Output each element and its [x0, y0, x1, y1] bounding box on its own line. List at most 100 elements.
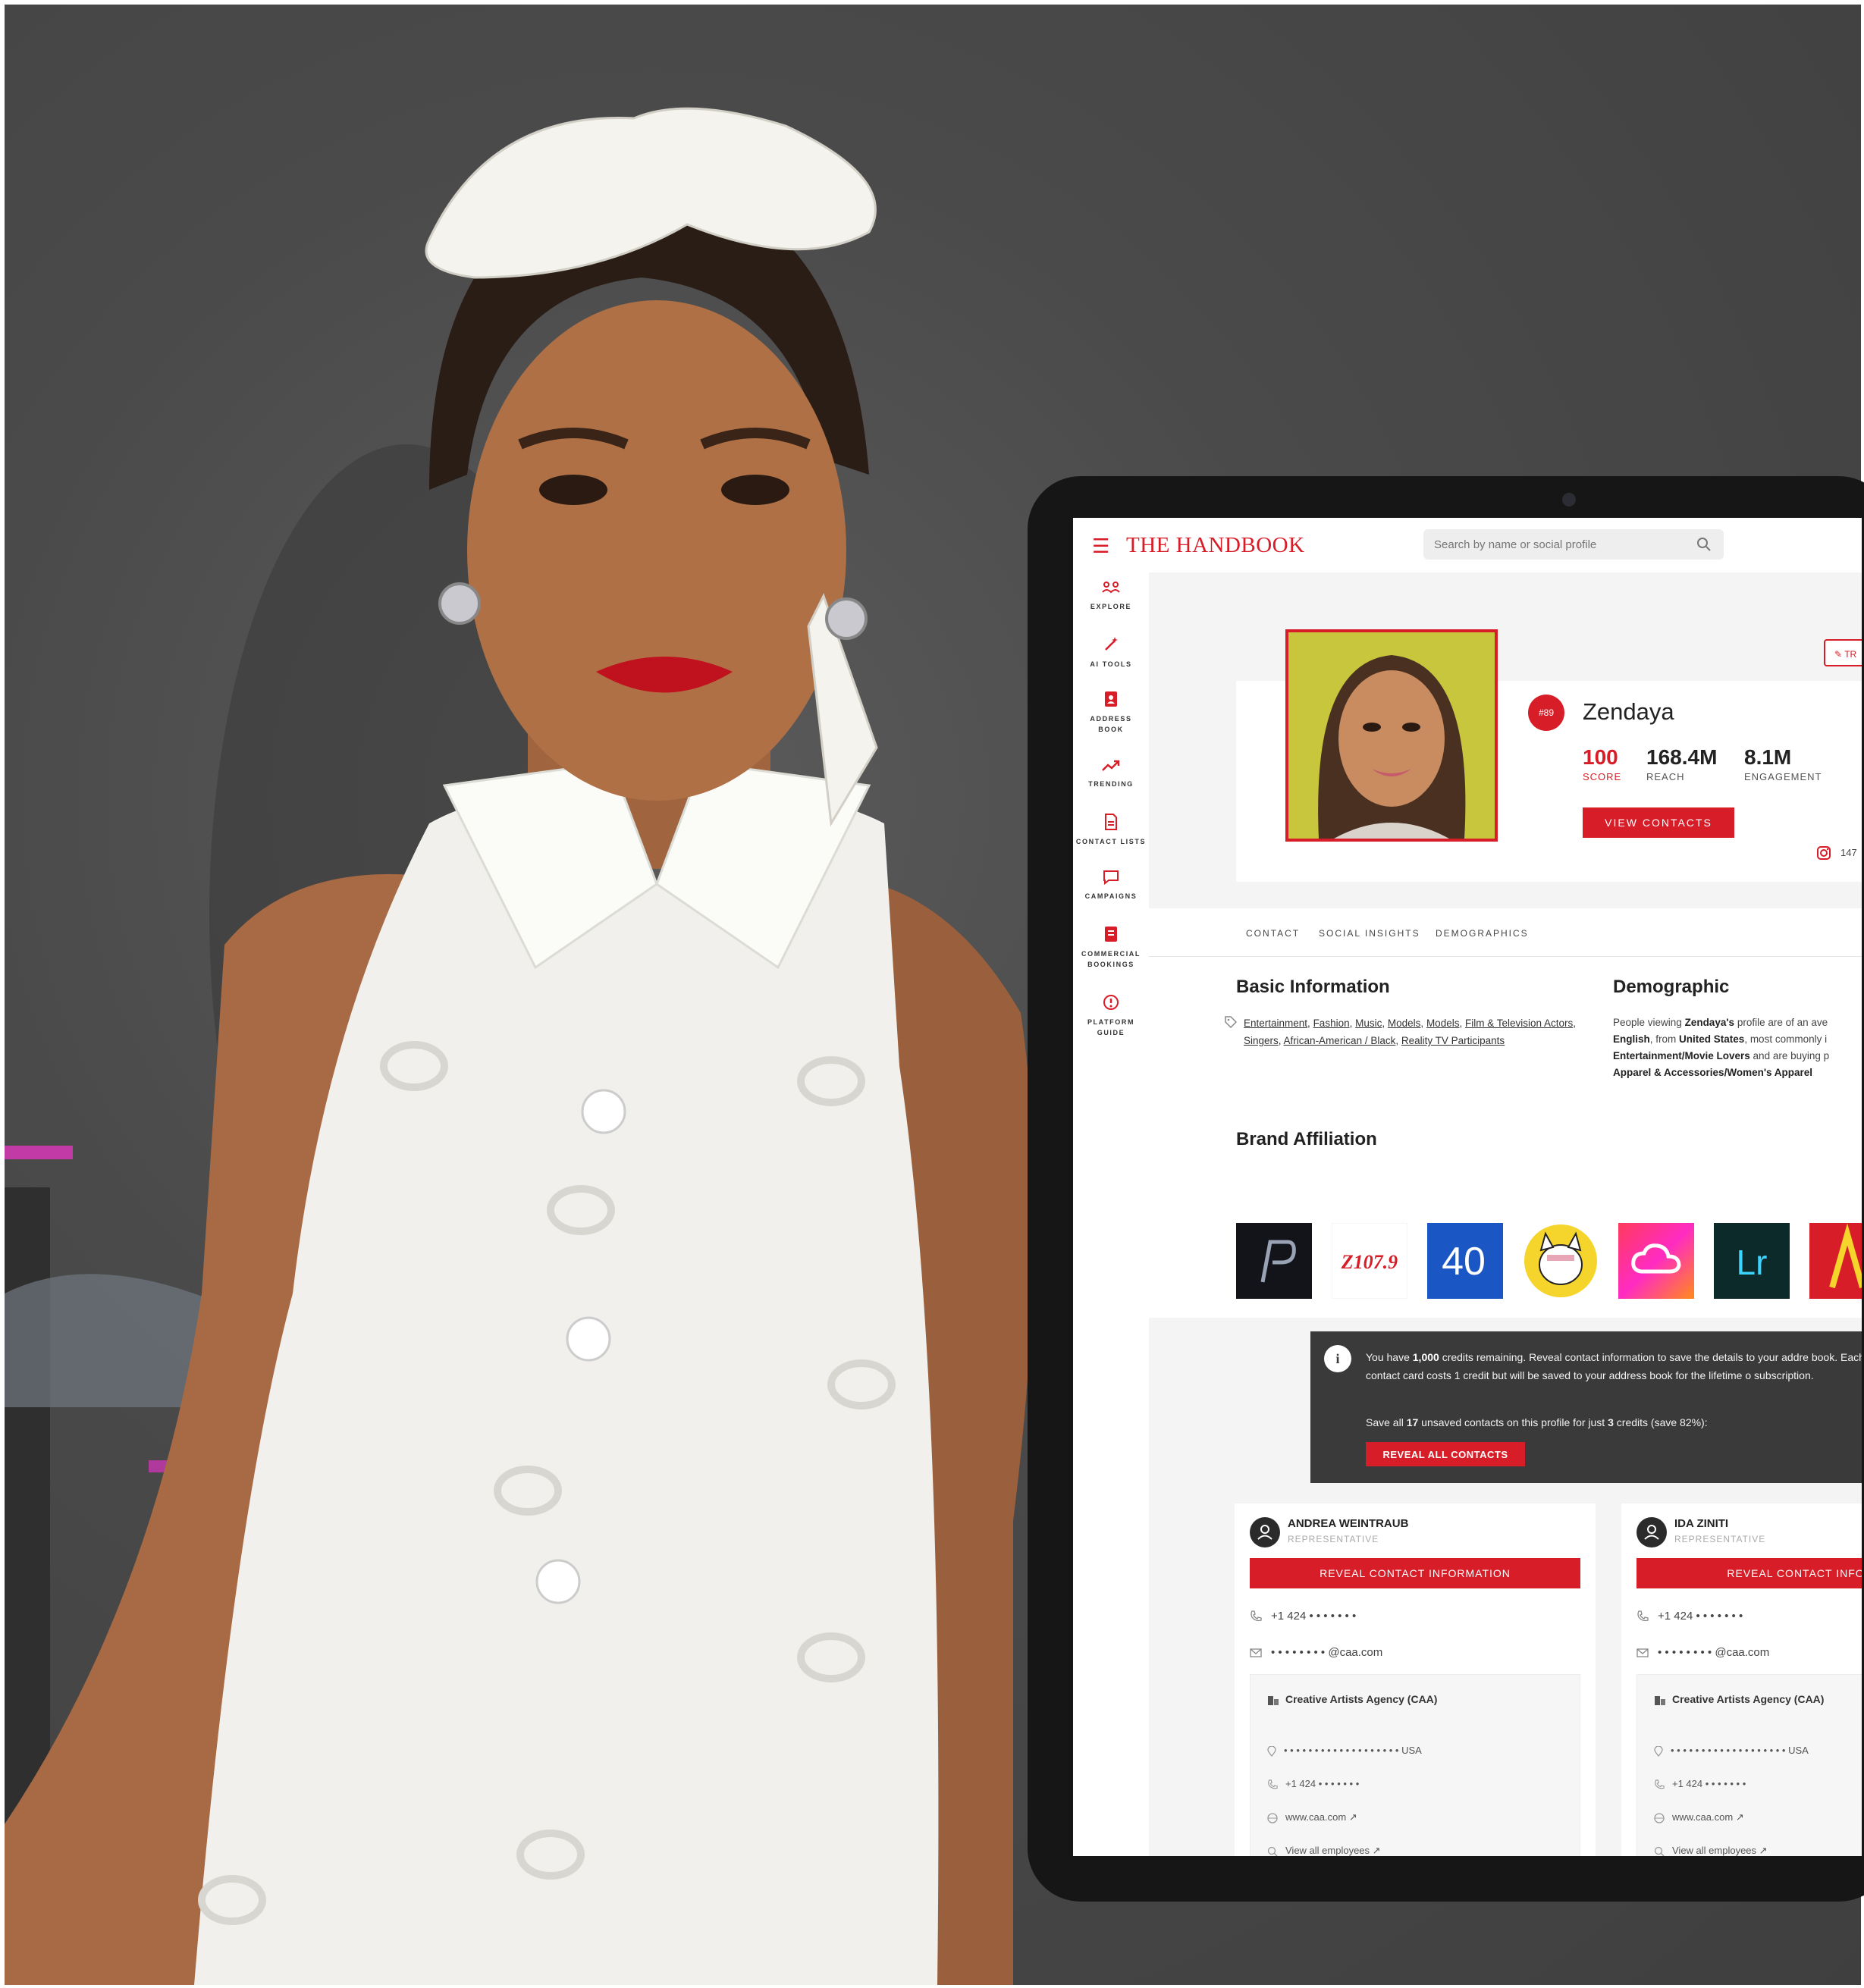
demo-interest: Entertainment/Movie Lovers — [1613, 1050, 1750, 1061]
tablet-device: ☰ THE HANDBOOK EXPLORE AI TOOLS ADDRESS … — [1028, 476, 1864, 1902]
tag-link[interactable]: Reality TV Participants — [1401, 1035, 1505, 1046]
sidebar-item-commercial-bookings[interactable]: COMMERCIAL BOOKINGS — [1073, 926, 1149, 970]
contact-phone: +1 424 • • • • • • • — [1636, 1610, 1743, 1623]
tag-link[interactable]: Models — [1426, 1018, 1460, 1029]
lightroom-text: Lr — [1737, 1243, 1768, 1282]
forty-logo[interactable]: 40 — [1427, 1223, 1503, 1299]
agency-phone: +1 424 • • • • • • • — [1267, 1778, 1359, 1790]
magic-wand-icon: ✎ — [1834, 649, 1843, 660]
phone-value: +1 424 • • • • • • • — [1658, 1610, 1743, 1623]
person-avatar-icon — [1250, 1517, 1280, 1547]
brand-logo[interactable]: THE HANDBOOK — [1126, 533, 1305, 558]
sidebar-item-trending[interactable]: TRENDING — [1073, 759, 1149, 789]
reveal-all-contacts-button[interactable]: REVEAL ALL CONTACTS — [1366, 1442, 1525, 1466]
demo-text: , from — [1649, 1033, 1680, 1045]
reveal-contact-button[interactable]: REVEAL CONTACT INFORMATION — [1250, 1558, 1580, 1588]
agency-name-text: Creative Artists Agency (CAA) — [1285, 1693, 1438, 1705]
tag-link[interactable]: Fashion — [1313, 1018, 1350, 1029]
camera-dot — [1562, 493, 1576, 506]
globe-icon — [1654, 1812, 1665, 1823]
phone-value: +1 424 • • • • • • • — [1271, 1610, 1357, 1623]
website-value: www.caa.com — [1672, 1811, 1734, 1823]
agency-phone-value: +1 424 • • • • • • • — [1672, 1778, 1746, 1789]
tag-link[interactable]: Music — [1355, 1018, 1382, 1029]
search-box[interactable] — [1423, 529, 1724, 560]
demo-category: Apparel & Accessories/Women's Apparel — [1613, 1067, 1813, 1078]
contact-card: ANDREA WEINTRAUB REPRESENTATIVE REVEAL C… — [1235, 1504, 1596, 1856]
globe-icon — [1267, 1812, 1278, 1823]
sidebar-item-ai-tools[interactable]: AI TOOLS — [1073, 636, 1149, 669]
reveal-contact-button[interactable]: REVEAL CONTACT INFORI — [1636, 1558, 1862, 1588]
z1079-text: Z107.9 — [1341, 1251, 1398, 1273]
contact-role: REPRESENTATIVE — [1288, 1534, 1379, 1544]
explore-icon — [1102, 582, 1120, 594]
p-logo[interactable] — [1236, 1223, 1312, 1299]
sidebar-item-label: CONTACT LISTS — [1075, 838, 1147, 845]
reach-label: REACH — [1646, 771, 1685, 782]
tr-button[interactable]: ✎ TR — [1824, 639, 1862, 666]
french-bulldog-logo[interactable] — [1523, 1223, 1599, 1299]
credits-notice: i You have 1,000 credits remaining. Reve… — [1310, 1331, 1862, 1483]
creative-cloud-logo[interactable] — [1618, 1223, 1694, 1299]
notice-text: credits (save 82%): — [1613, 1416, 1708, 1428]
contact-email: • • • • • • • • @caa.com — [1250, 1646, 1382, 1659]
location-pin-icon — [1267, 1745, 1276, 1757]
view-contacts-button[interactable]: VIEW CONTACTS — [1583, 807, 1734, 838]
document-icon — [1105, 814, 1117, 830]
employees-link-text: View all employees — [1285, 1845, 1370, 1856]
sidebar-item-label: PLATFORM GUIDE — [1087, 1018, 1135, 1036]
tag-link[interactable]: Singers — [1244, 1035, 1279, 1046]
tab-social-insights[interactable]: SOCIAL INSIGHTS — [1319, 928, 1420, 939]
profile-photo-illustration — [1288, 632, 1495, 839]
agency-address: • • • • • • • • • • • • • • • • • • • US… — [1654, 1745, 1809, 1757]
rank-badge: #89 — [1528, 695, 1564, 731]
chat-bubble-icon — [1103, 870, 1119, 885]
contact-phone: +1 424 • • • • • • • — [1250, 1610, 1356, 1623]
demo-name: Zendaya's — [1684, 1017, 1735, 1028]
engagement-stat: 8.1M ENGAGEMENT — [1744, 745, 1822, 782]
search-icon[interactable] — [1696, 537, 1712, 552]
sidebar-item-address-book[interactable]: ADDRESS BOOK — [1073, 691, 1149, 735]
search-input[interactable] — [1423, 529, 1702, 560]
tag-link[interactable]: African-American / Black — [1284, 1035, 1396, 1046]
demo-text: , most commonly i — [1744, 1033, 1828, 1045]
sidebar-item-explore[interactable]: EXPLORE — [1073, 580, 1149, 612]
brand-affiliation-title: Brand Affiliation — [1236, 1129, 1377, 1149]
mail-icon — [1636, 1648, 1649, 1657]
tag-link[interactable]: Entertainment — [1244, 1018, 1307, 1029]
tab-demographics[interactable]: DEMOGRAPHICS — [1436, 928, 1529, 939]
lightroom-logo[interactable]: Lr — [1714, 1223, 1790, 1299]
z1079-logo[interactable]: Z107.9 — [1332, 1223, 1407, 1299]
instagram-icon[interactable] — [1816, 845, 1831, 861]
agency-address: • • • • • • • • • • • • • • • • • • • US… — [1267, 1745, 1422, 1757]
info-circle-icon — [1103, 995, 1119, 1010]
phone-icon — [1655, 1779, 1665, 1789]
reach-stat: 168.4M REACH — [1646, 745, 1717, 782]
acrobat-logo[interactable] — [1809, 1223, 1862, 1299]
address-value: • • • • • • • • • • • • • • • • • • • US… — [1284, 1745, 1422, 1756]
engagement-value: 8.1M — [1744, 745, 1792, 769]
agency-website[interactable]: www.caa.com ↗ — [1654, 1811, 1744, 1823]
agency-name[interactable]: Creative Artists Agency (CAA) — [1654, 1693, 1824, 1706]
forty-text: 40 — [1442, 1240, 1486, 1284]
sidebar-item-platform-guide[interactable]: PLATFORM GUIDE — [1073, 994, 1149, 1038]
sidebar-item-label: ADDRESS BOOK — [1090, 715, 1132, 733]
search-icon — [1267, 1846, 1278, 1856]
agency-website[interactable]: www.caa.com ↗ — [1267, 1811, 1357, 1823]
sidebar-item-campaigns[interactable]: CAMPAIGNS — [1073, 870, 1149, 901]
view-employees-link[interactable]: View all employees ↗ — [1654, 1845, 1768, 1856]
menu-icon[interactable]: ☰ — [1092, 536, 1109, 556]
sidebar-item-label: COMMERCIAL BOOKINGS — [1081, 950, 1141, 968]
website-value: www.caa.com — [1285, 1811, 1347, 1823]
score-stat: 100 SCORE — [1583, 745, 1621, 782]
view-employees-link[interactable]: View all employees ↗ — [1267, 1845, 1381, 1856]
tag-link[interactable]: Film & Television Actors — [1465, 1018, 1573, 1029]
offer-credits: 3 — [1608, 1416, 1614, 1428]
demo-text: People viewing — [1613, 1017, 1685, 1028]
demo-text: and are buying p — [1749, 1050, 1830, 1061]
agency-name[interactable]: Creative Artists Agency (CAA) — [1267, 1693, 1438, 1706]
sidebar-item-contact-lists[interactable]: CONTACT LISTS — [1073, 814, 1149, 847]
tab-contact[interactable]: CONTACT — [1246, 928, 1300, 939]
sidebar-item-label: CAMPAIGNS — [1084, 892, 1138, 900]
tag-link[interactable]: Models — [1388, 1018, 1421, 1029]
